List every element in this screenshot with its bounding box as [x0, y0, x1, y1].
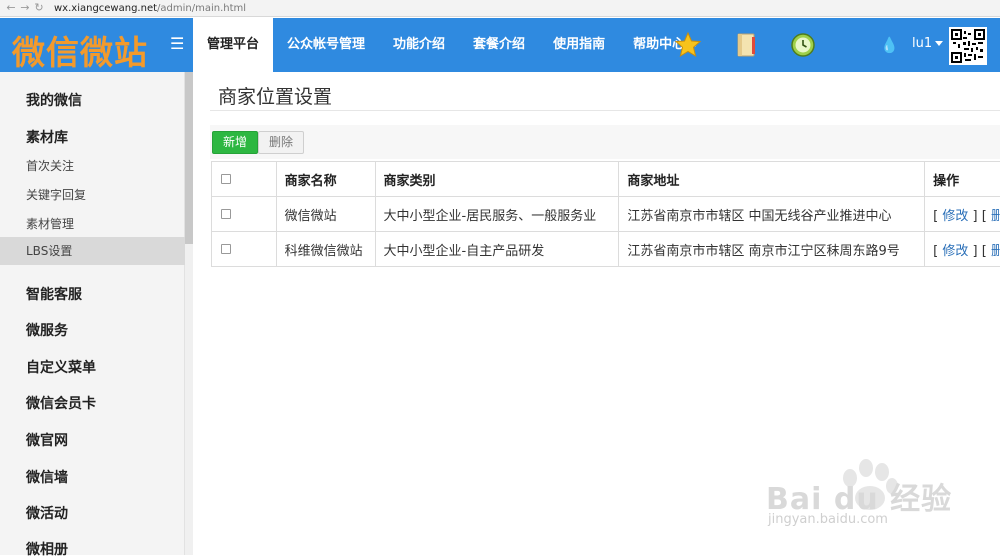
sidebar-item-micro-site[interactable]: 微官网 [0, 430, 185, 450]
sidebar-item-member-card[interactable]: 微信会员卡 [0, 393, 185, 413]
select-all-checkbox[interactable] [221, 174, 231, 184]
menu-toggle-icon[interactable]: ☰ [170, 34, 186, 53]
sidebar-item-lbs-settings[interactable]: LBS设置 [0, 237, 185, 265]
chevron-down-icon [935, 41, 943, 46]
cell-merchant-category: 大中小型企业-居民服务、一般服务业 [375, 197, 619, 232]
edit-link[interactable]: 修改 [942, 244, 968, 259]
add-button[interactable]: 新增 [212, 131, 258, 154]
cell-merchant-name: 科维微信微站 [276, 232, 375, 267]
top-nav: 管理平台 公众帐号管理 功能介绍 套餐介绍 使用指南 帮助中心 [193, 18, 713, 72]
nav-guide[interactable]: 使用指南 [539, 18, 619, 72]
edit-link[interactable]: 修改 [942, 209, 968, 224]
row-checkbox[interactable] [221, 209, 231, 219]
top-header: 微信微站 ☰ 管理平台 公众帐号管理 功能介绍 套餐介绍 使用指南 帮助中心 💧… [0, 18, 1000, 72]
table-row: 微信微站 大中小型企业-居民服务、一般服务业 江苏省南京市市辖区 中国无线谷产业… [212, 197, 1000, 232]
sidebar-item-wechat-wall[interactable]: 微信墙 [0, 467, 185, 487]
cell-actions: [ 修改 ] [ 删 [925, 232, 1000, 267]
sidebar-item-micro-album[interactable]: 微相册 [0, 539, 185, 559]
delete-button[interactable]: 删除 [258, 131, 304, 154]
delete-link[interactable]: 删 [991, 244, 1000, 259]
sidebar-item-custom-menu[interactable]: 自定义菜单 [0, 357, 185, 377]
cell-merchant-address: 江苏省南京市市辖区 中国无线谷产业推进中心 [619, 197, 925, 232]
col-merchant-category: 商家类别 [375, 162, 619, 197]
star-icon[interactable] [675, 32, 701, 58]
col-merchant-name: 商家名称 [276, 162, 375, 197]
reload-icon[interactable]: ↻ [32, 1, 46, 15]
sidebar-item-keyword-reply[interactable]: 关键字回复 [0, 186, 185, 203]
cell-actions: [ 修改 ] [ 删 [925, 197, 1000, 232]
cell-merchant-category: 大中小型企业-自主产品研发 [375, 232, 619, 267]
nav-manage-platform[interactable]: 管理平台 [193, 18, 273, 72]
history-clock-icon[interactable] [790, 32, 816, 58]
cell-merchant-name: 微信微站 [276, 197, 375, 232]
merchant-table: 商家名称 商家类别 商家地址 操作 微信微站 大中小型企业-居民服务、一般服务业… [211, 161, 1000, 267]
address-bar[interactable]: wx.xiangcewang.net/admin/main.html [54, 3, 246, 14]
cell-merchant-address: 江苏省南京市市辖区 南京市江宁区秣周东路9号 [619, 232, 925, 267]
scrollbar-thumb[interactable] [185, 72, 193, 244]
col-actions: 操作 [925, 162, 1000, 197]
sidebar-item-material-library[interactable]: 素材库 [0, 127, 185, 147]
row-checkbox[interactable] [221, 244, 231, 254]
delete-link[interactable]: 删 [991, 209, 1000, 224]
watermark-url: jingyan.baidu.com [768, 512, 888, 527]
nav-features[interactable]: 功能介绍 [379, 18, 459, 72]
back-arrow-icon[interactable]: ← [4, 1, 18, 15]
sidebar-item-material-manage[interactable]: 素材管理 [0, 215, 185, 232]
action-toolbar: 新增 删除 [210, 125, 1000, 159]
forward-arrow-icon[interactable]: → [18, 1, 32, 15]
nav-packages[interactable]: 套餐介绍 [459, 18, 539, 72]
sidebar-item-micro-activity[interactable]: 微活动 [0, 503, 185, 523]
user-menu[interactable]: lu1 [912, 36, 943, 51]
nav-account-manage[interactable]: 公众帐号管理 [273, 18, 379, 72]
table-row: 科维微信微站 大中小型企业-自主产品研发 江苏省南京市市辖区 南京市江宁区秣周东… [212, 232, 1000, 267]
col-merchant-address: 商家地址 [619, 162, 925, 197]
qr-code-icon[interactable] [949, 27, 987, 65]
sidebar-item-first-follow[interactable]: 首次关注 [0, 157, 185, 174]
notebook-icon[interactable] [733, 32, 759, 58]
sidebar-item-my-wechat[interactable]: 我的微信 [0, 90, 185, 110]
sidebar-item-micro-service[interactable]: 微服务 [0, 320, 185, 340]
sidebar: 我的微信 素材库 首次关注 关键字回复 素材管理 LBS设置 智能客服 微服务 … [0, 72, 185, 555]
browser-toolbar: ← → ↻ wx.xiangcewang.net/admin/main.html [0, 0, 1000, 17]
title-divider [210, 110, 1000, 111]
water-drop-icon[interactable]: 💧 [880, 36, 899, 54]
sidebar-scrollbar[interactable] [185, 72, 193, 555]
table-header-row: 商家名称 商家类别 商家地址 操作 [212, 162, 1000, 197]
page-title: 商家位置设置 [218, 82, 332, 109]
site-logo[interactable]: 微信微站 [12, 26, 148, 74]
sidebar-item-smart-service[interactable]: 智能客服 [0, 284, 185, 304]
